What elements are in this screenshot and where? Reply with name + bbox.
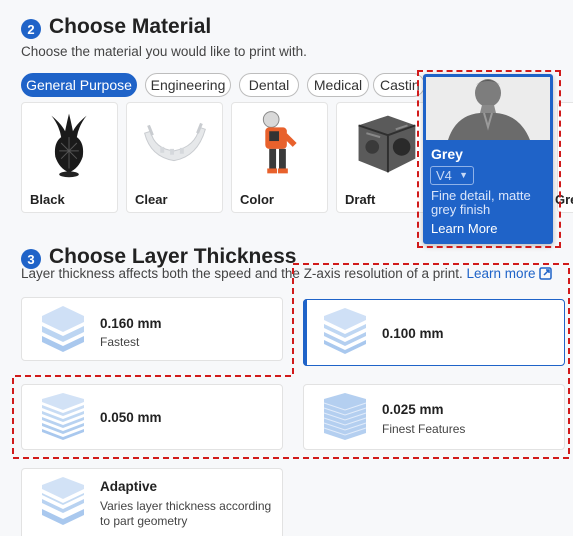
highlight-box-thickness — [12, 263, 570, 459]
